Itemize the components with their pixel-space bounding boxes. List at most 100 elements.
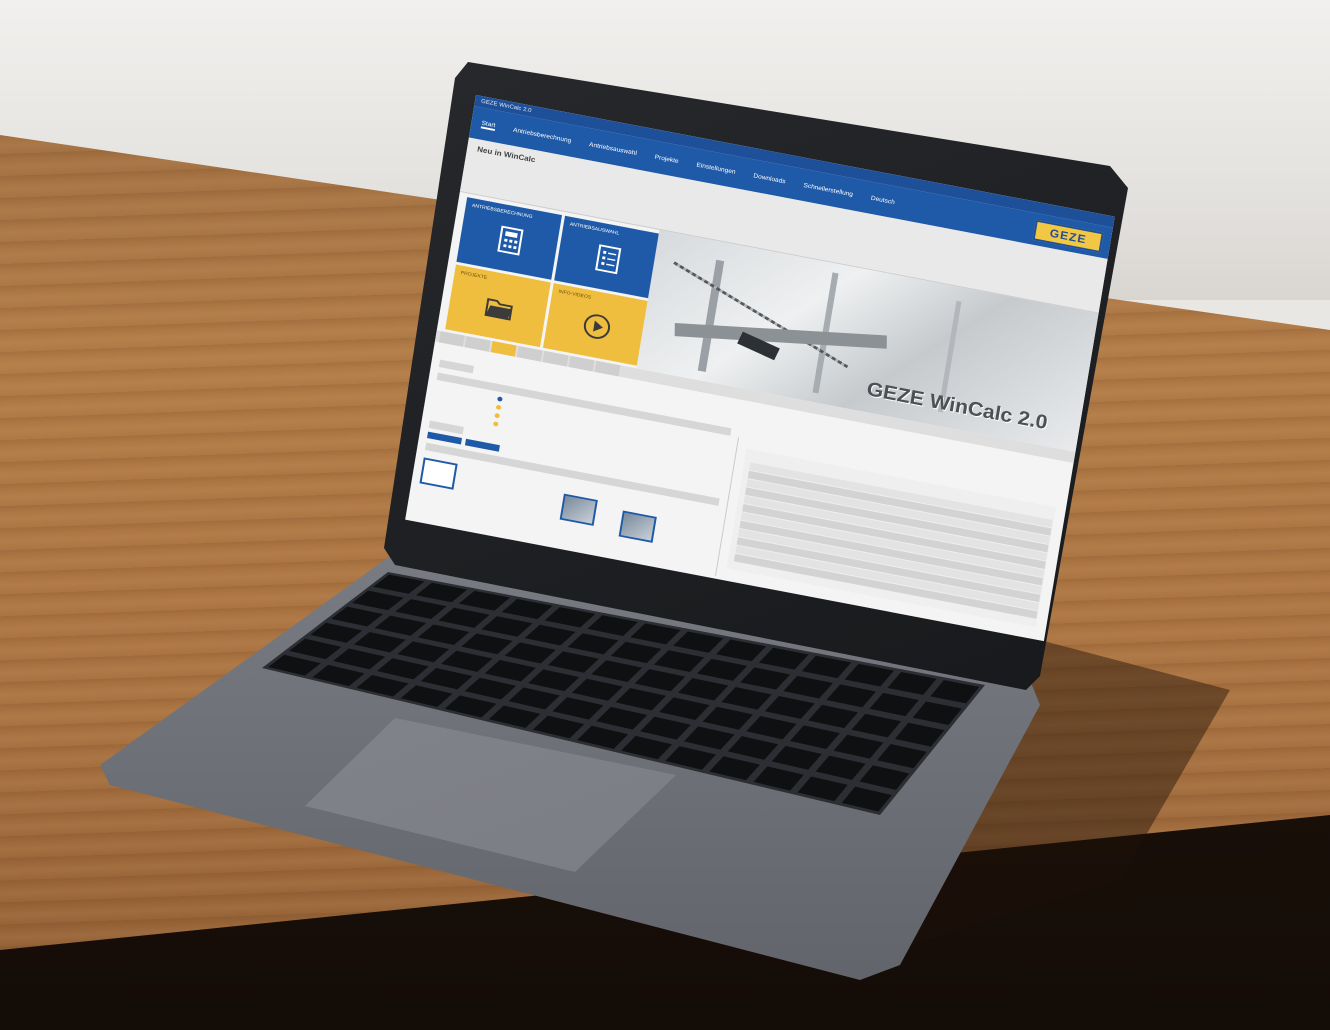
keyboard-key: [771, 745, 822, 770]
keyboard-key: [567, 633, 619, 655]
welcome-heading: Neu in WinCalc: [476, 144, 537, 165]
keyboard-key: [444, 695, 497, 718]
keyboard-key: [844, 663, 894, 687]
keyboard-key: [659, 697, 710, 721]
keyboard-key: [758, 647, 809, 670]
nav-item-start[interactable]: Start: [480, 119, 496, 131]
keyboard-key: [441, 650, 493, 672]
keyboard-key: [673, 631, 724, 653]
keyboard-key: [678, 678, 729, 701]
option-thumbnail[interactable]: [464, 468, 498, 496]
keyboard-key: [841, 786, 892, 812]
tile-label: Antriebsauswahl: [569, 221, 620, 237]
contact-info: [755, 211, 875, 234]
keyboard-key: [851, 713, 902, 738]
list-icon: [595, 244, 622, 275]
keyboard-key: [815, 755, 866, 780]
option-thumbnail[interactable]: [509, 478, 543, 506]
keyboard-key: [591, 660, 643, 682]
keyboard-key: [312, 664, 365, 687]
keyboard-key: [610, 641, 662, 664]
action-button[interactable]: [464, 438, 500, 452]
keyboard-key: [333, 648, 386, 670]
nav-item-quick[interactable]: Schnellerstellung: [803, 182, 853, 198]
keyboard-key: [877, 744, 927, 769]
keyboard-key: [289, 638, 342, 660]
option-thumbnail-image[interactable]: [559, 493, 598, 526]
keyboard-key: [547, 651, 599, 673]
nav-item-calculation[interactable]: Antriebsberechnung: [513, 126, 572, 144]
nav-item-downloads[interactable]: Downloads: [753, 172, 786, 185]
keyboard-key: [621, 735, 673, 760]
keyboard-key: [753, 766, 804, 791]
keyboard-key: [577, 725, 629, 749]
folder-icon: [484, 298, 513, 321]
tile-label: Projekte: [460, 270, 488, 281]
option-thumbnail-selected[interactable]: [419, 457, 458, 490]
keyboard-key: [353, 632, 406, 653]
summary-rows: [733, 448, 1056, 619]
window-frame: [697, 259, 725, 373]
keyboard-key: [665, 746, 717, 770]
language-select[interactable]: Deutsch: [870, 195, 895, 206]
field-indicator: [495, 404, 502, 411]
keyboard-key: [702, 706, 754, 730]
keyboard-key: [356, 675, 409, 697]
keyboard-key: [528, 669, 580, 692]
keyboard-key: [397, 641, 450, 663]
nav-item-settings[interactable]: Einstellungen: [696, 161, 736, 175]
keyboard-key: [930, 680, 980, 704]
keyboard-key: [615, 688, 667, 711]
keyboard-key: [783, 675, 834, 699]
field-indicator: [494, 412, 501, 419]
keyboard-key: [352, 590, 404, 611]
keyboard-key: [894, 722, 945, 747]
keyboard-key: [808, 704, 858, 729]
option-thumbnail-image[interactable]: [618, 510, 657, 543]
section-header: [438, 359, 475, 374]
keyboard-key: [438, 607, 490, 628]
keyboard-key: [826, 684, 876, 708]
keyboard-key: [869, 692, 919, 717]
keyboard-key: [797, 776, 848, 802]
keyboard-key: [764, 695, 815, 719]
keyboard-key: [420, 667, 473, 690]
keyboard-key: [571, 678, 623, 701]
keyboard-key: [268, 654, 321, 676]
keyboard-key: [697, 658, 748, 681]
keyboard-key: [716, 639, 766, 662]
keyboard-key: [504, 642, 556, 664]
keyboard-key: [727, 736, 779, 760]
keyboard-key: [544, 607, 596, 628]
keyboard-key: [740, 667, 791, 690]
action-button[interactable]: [427, 431, 463, 445]
keyboard-key: [683, 726, 735, 750]
keyboard-key: [508, 687, 560, 710]
keyboard-key: [464, 677, 517, 700]
keyboard-key: [721, 687, 772, 710]
keyboard-key: [552, 697, 604, 720]
nav-item-selection[interactable]: Antriebsauswahl: [589, 141, 638, 157]
keyboard-key: [596, 706, 648, 730]
keyboard-key: [709, 756, 760, 781]
play-icon: [583, 314, 611, 339]
keyboard-key: [801, 655, 852, 679]
keyboard-key: [458, 590, 510, 611]
field-indicator: [497, 396, 503, 402]
keyboard-key: [630, 623, 681, 645]
keyboard-key: [481, 616, 533, 637]
keyboard-key: [833, 734, 884, 759]
hint-text: [983, 266, 1098, 288]
keyboard-key: [417, 624, 470, 646]
nav-item-projects[interactable]: Projekte: [654, 153, 679, 164]
keyboard-key: [376, 658, 429, 680]
keyboard-key: [373, 574, 425, 594]
keyboard-key: [746, 716, 797, 740]
tile-videos[interactable]: Info-Videos: [542, 283, 649, 366]
keyboard-key: [461, 633, 513, 655]
keyboard-key: [912, 701, 962, 725]
tile-projects[interactable]: Projekte: [445, 264, 551, 348]
keyboard-key: [634, 669, 686, 692]
keyboard-key: [859, 765, 910, 790]
keyboard-key: [484, 660, 536, 682]
